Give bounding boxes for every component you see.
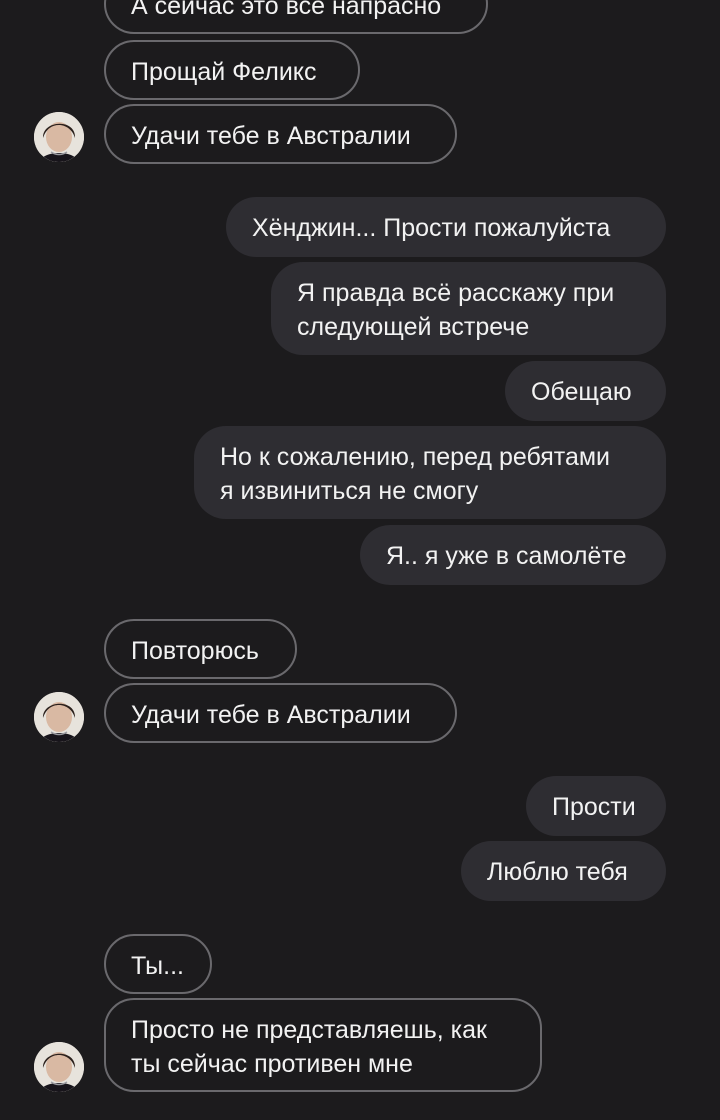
incoming-message: Прощай Феликс — [104, 40, 360, 100]
outgoing-message: Люблю тебя — [461, 841, 666, 901]
person-avatar-icon — [34, 112, 84, 162]
outgoing-message: Прости — [526, 776, 666, 836]
contact-avatar[interactable] — [34, 1042, 84, 1092]
incoming-message: Удачи тебе в Австралии — [104, 683, 457, 743]
outgoing-message: Я правда всё расскажу при следующей встр… — [271, 262, 666, 355]
outgoing-message: Но к сожалению, перед ребятами я извинит… — [194, 426, 666, 519]
incoming-message: А сейчас это все напрасно — [104, 0, 488, 34]
outgoing-message: Я.. я уже в самолёте — [360, 525, 666, 585]
outgoing-message: Обещаю — [505, 361, 666, 421]
contact-avatar[interactable] — [34, 112, 84, 162]
outgoing-message: Хёнджин... Прости пожалуйста — [226, 197, 666, 257]
person-avatar-icon — [34, 692, 84, 742]
incoming-message: Ты... — [104, 934, 212, 994]
contact-avatar[interactable] — [34, 692, 84, 742]
incoming-message: Удачи тебе в Австралии — [104, 104, 457, 164]
incoming-message: Повторюсь — [104, 619, 297, 679]
incoming-message: Просто не представляешь, как ты сейчас п… — [104, 998, 542, 1092]
person-avatar-icon — [34, 1042, 84, 1092]
